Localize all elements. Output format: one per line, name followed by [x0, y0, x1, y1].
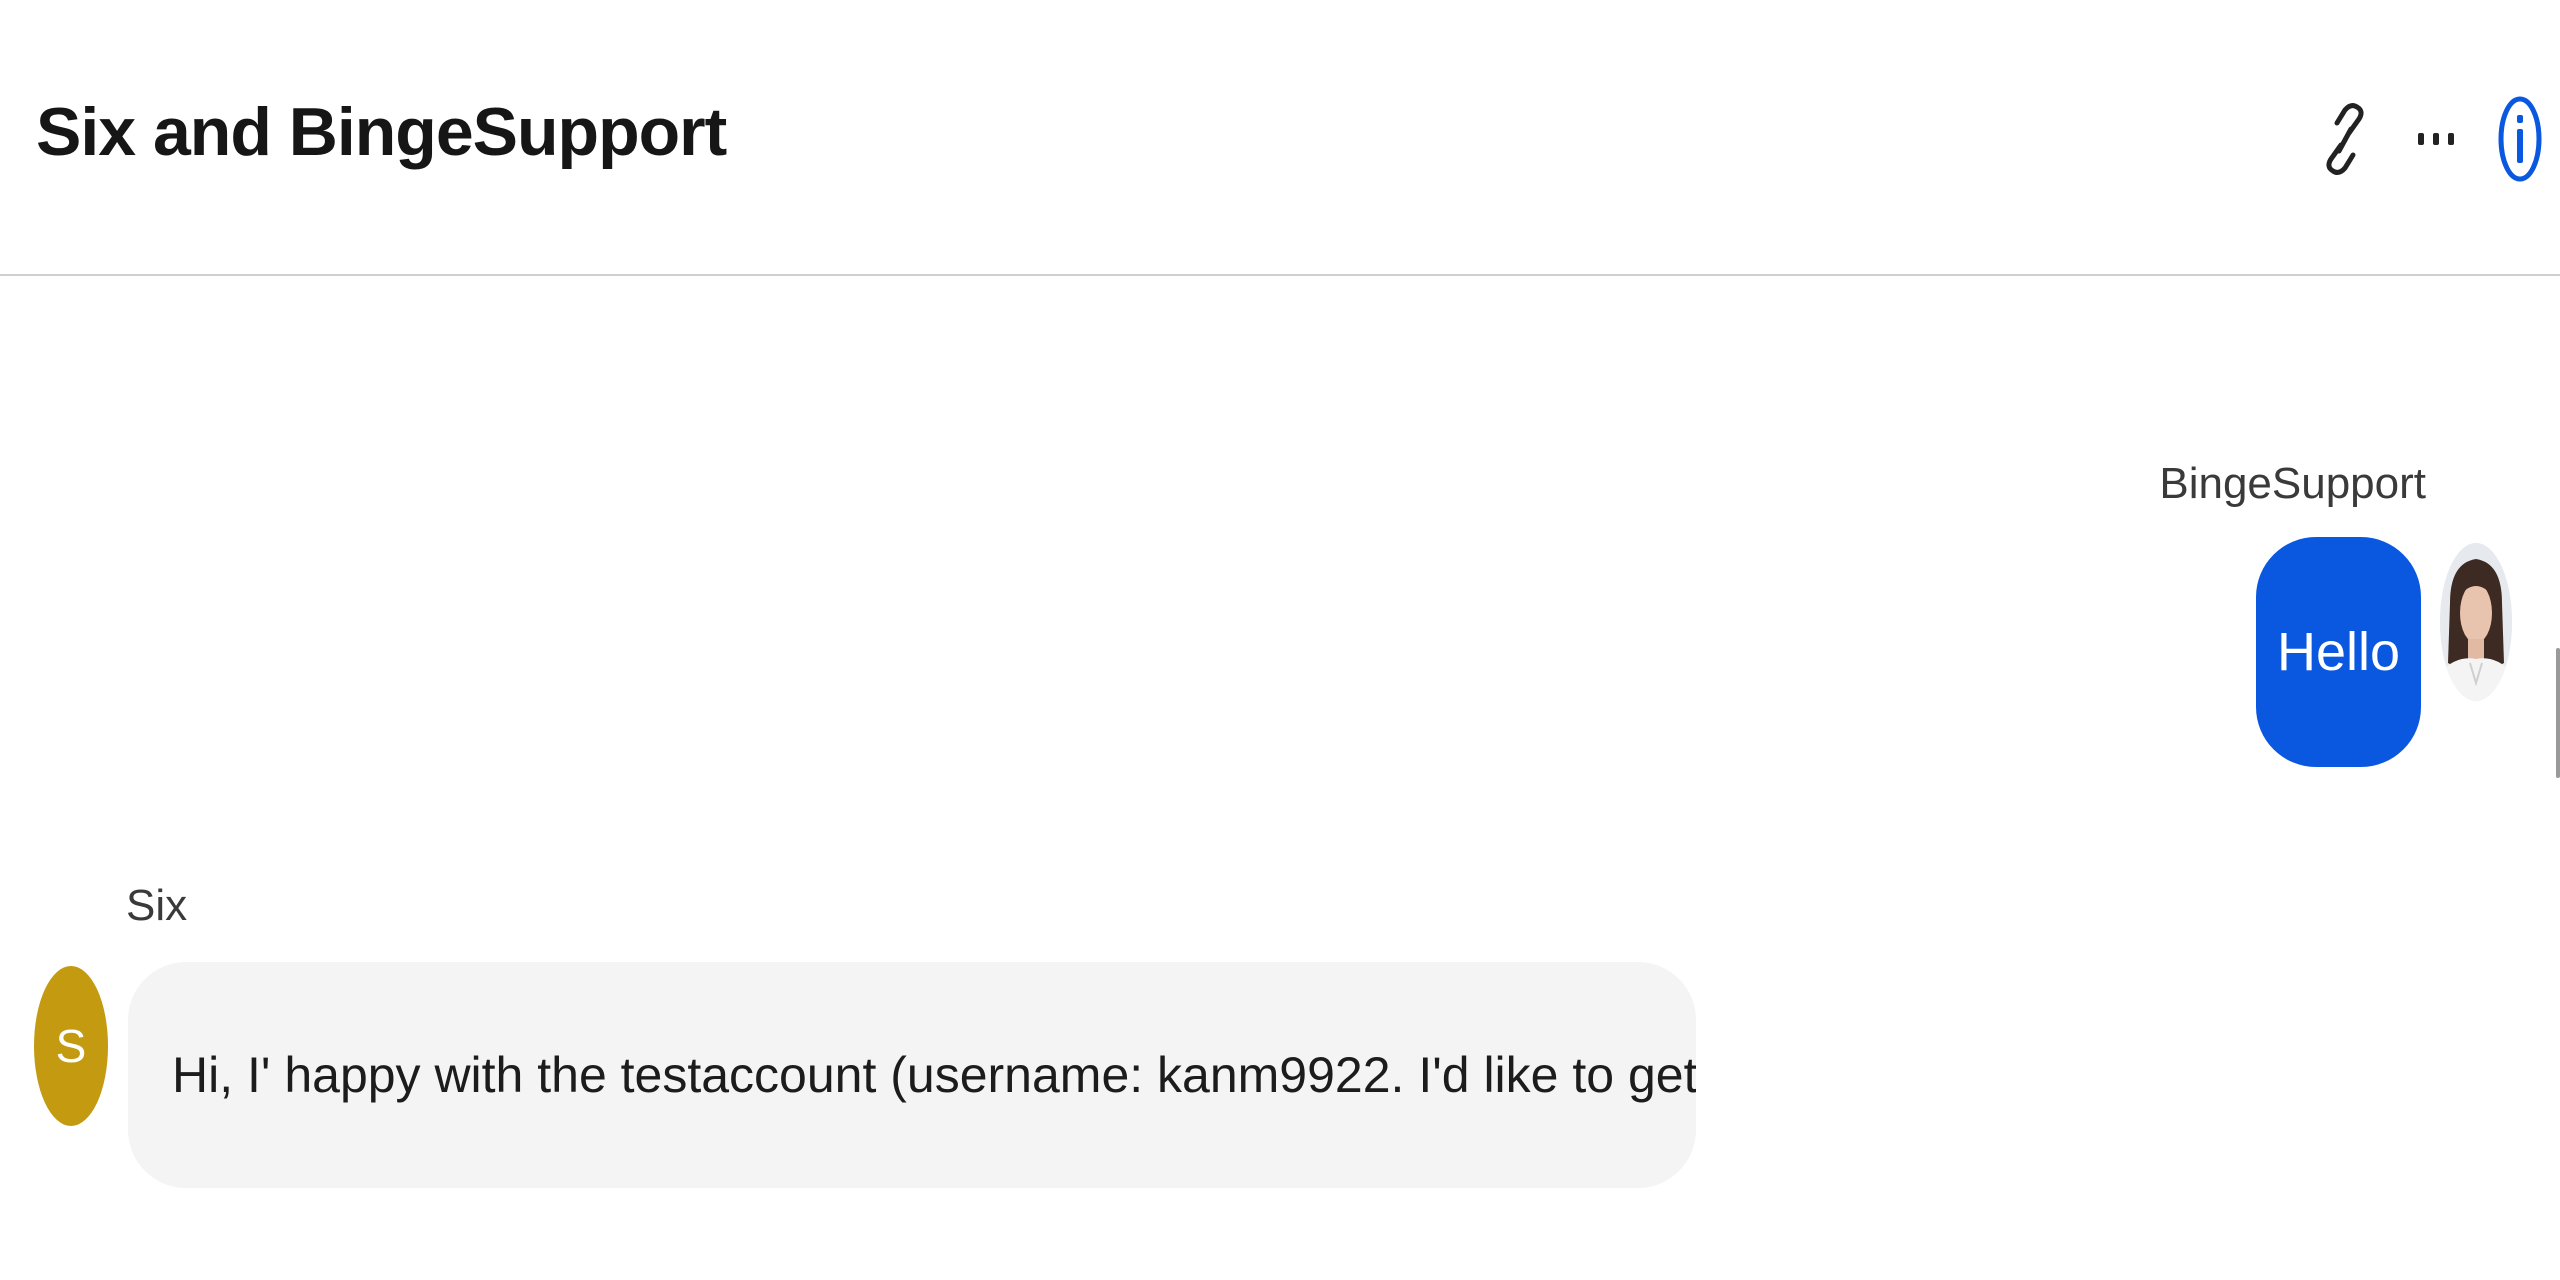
copy-link-button[interactable] [2305, 96, 2385, 186]
link-icon [2317, 99, 2373, 184]
scrollbar-thumb[interactable] [2556, 648, 2560, 778]
message-bubble-outgoing: Hello [2256, 537, 2421, 767]
chat-window: Six and BingeSupport BingeSupport Hello … [0, 0, 2560, 1280]
avatar [2440, 543, 2512, 701]
sender-name: BingeSupport [2159, 459, 2426, 508]
info-icon [2497, 95, 2543, 188]
message-text: Hi, I' happy with the testaccount (usern… [172, 1047, 1696, 1103]
avatar: S [34, 966, 108, 1126]
more-options-icon [2412, 129, 2460, 154]
message-bubble-incoming: Hi, I' happy with the testaccount (usern… [128, 962, 1696, 1188]
conversation-header: Six and BingeSupport [0, 0, 2560, 276]
more-options-button[interactable] [2396, 96, 2476, 186]
info-button[interactable] [2480, 96, 2560, 186]
avatar-initial: S [55, 1020, 87, 1072]
conversation-title: Six and BingeSupport [36, 94, 727, 170]
message-text: Hello [2276, 622, 2401, 682]
sender-name: Six [126, 881, 188, 930]
